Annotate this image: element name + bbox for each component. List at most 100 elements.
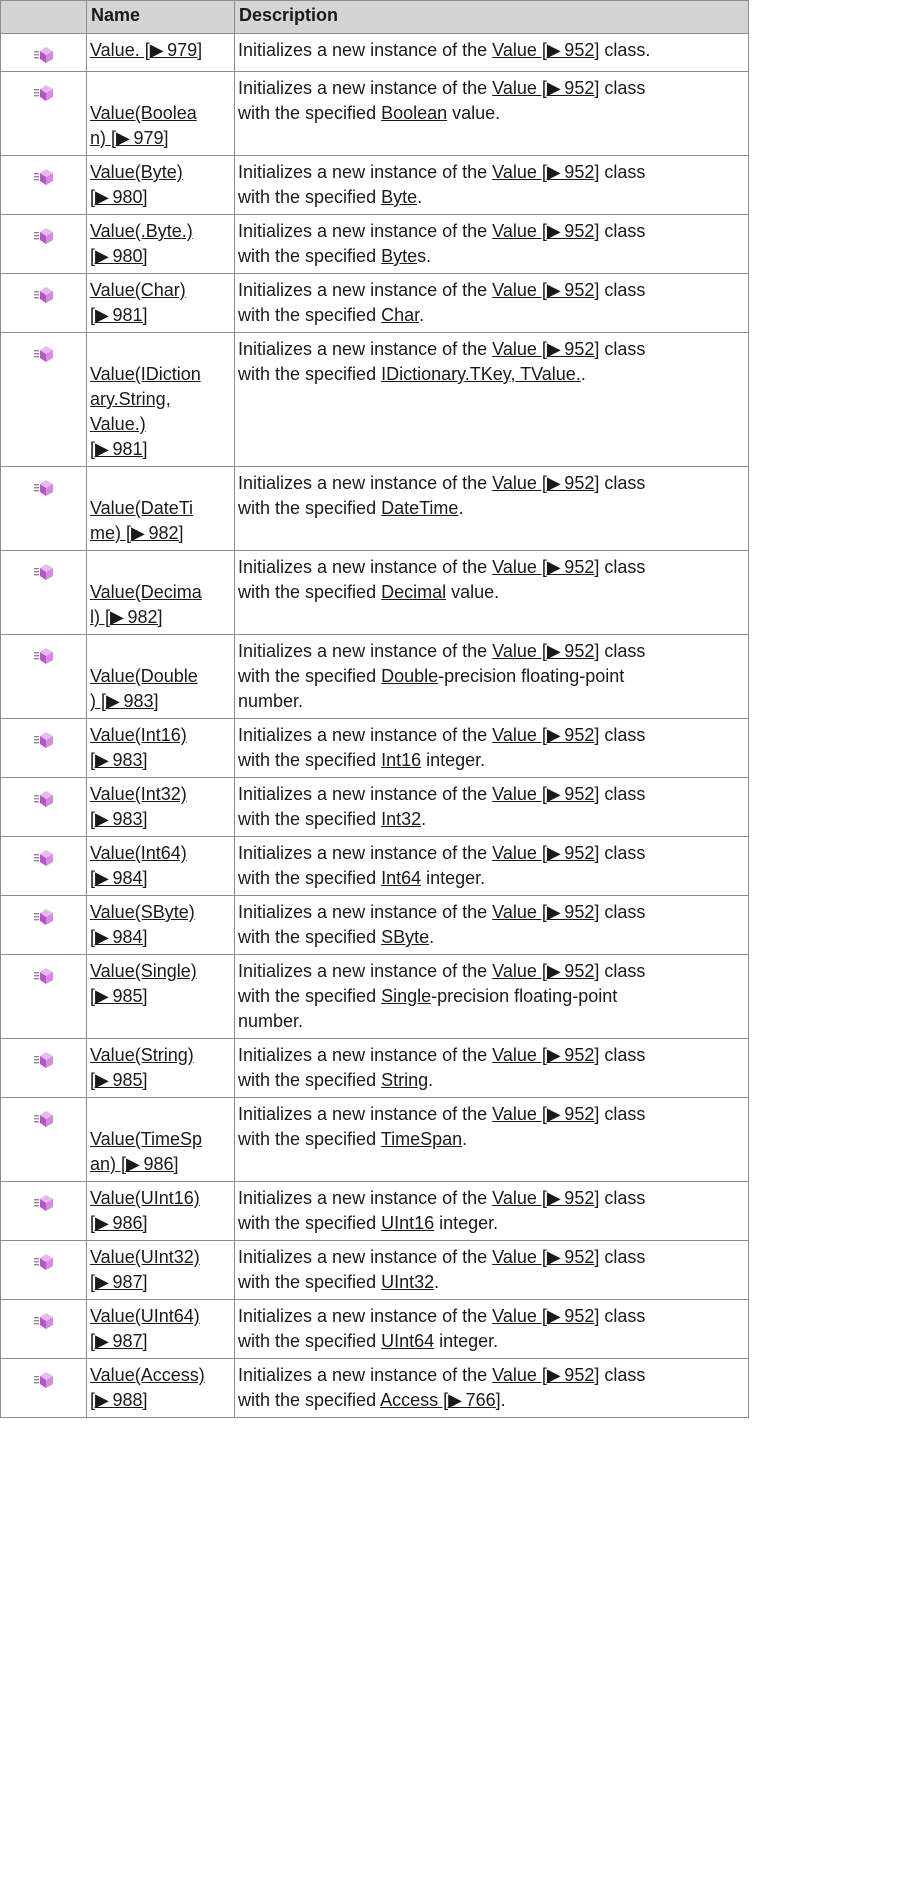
value-class-link[interactable]: Value [▶ 952] <box>492 1365 599 1385</box>
row-icon-cell <box>0 895 87 955</box>
constructor-link[interactable]: Value(IDiction ary.String, Value.) [▶ 981] <box>90 364 201 459</box>
value-class-link[interactable]: Value [▶ 952] <box>492 725 599 745</box>
description-text: number. <box>238 691 304 711</box>
constructor-link[interactable]: Value(UInt16) [▶ 986] <box>90 1188 200 1233</box>
type-link[interactable]: Boolean <box>381 103 447 123</box>
type-link[interactable]: Byte <box>381 246 417 266</box>
type-link[interactable]: Int16 <box>381 750 421 770</box>
value-class-link[interactable]: Value [▶ 952] <box>492 961 599 981</box>
description-text: Initializes a new instance of the <box>238 221 493 241</box>
value-class-link[interactable]: Value [▶ 952] <box>492 1045 599 1065</box>
constructor-link-text: [▶ 983] <box>90 750 148 770</box>
method-icon <box>33 849 54 874</box>
description-text: Initializes a new instance of the <box>238 162 493 182</box>
constructor-link[interactable]: Value(String) [▶ 985] <box>90 1045 194 1090</box>
table-row: Value(UInt16) [▶ 986] Initializes a new in… <box>0 1181 749 1241</box>
row-description-cell: Initializes a new instance of the Value … <box>234 836 749 896</box>
table-row: Value(Int64) [▶ 984] Initializes a new ins… <box>0 836 749 896</box>
value-class-link[interactable]: Value [▶ 952] <box>492 78 599 98</box>
row-name-cell: Value(Int64) [▶ 984] <box>86 836 235 896</box>
constructor-link-text: ) [▶ 983] <box>90 691 159 711</box>
name-column-header: Name <box>86 0 235 34</box>
value-class-link[interactable]: Value [▶ 952] <box>492 902 599 922</box>
row-description-cell: Initializes a new instance of the Value … <box>234 71 749 156</box>
description-text: Initializes a new instance of the <box>238 1247 493 1267</box>
method-icon <box>33 1051 54 1076</box>
type-link[interactable]: IDictionary.TKey, TValue. <box>381 364 581 384</box>
value-class-link[interactable]: Value [▶ 952] <box>492 557 599 577</box>
value-class-link[interactable]: Value [▶ 952] <box>492 280 599 300</box>
constructor-link[interactable]: Value(TimeSp an) [▶ 986] <box>90 1129 202 1174</box>
description-text: with the specified <box>238 666 382 686</box>
table-row: Value(TimeSp an) [▶ 986] Initializes a new… <box>0 1097 749 1182</box>
value-class-link[interactable]: Value [▶ 952] <box>492 784 599 804</box>
type-link[interactable]: Int64 <box>381 868 421 888</box>
constructor-link[interactable]: Value(Char) [▶ 981] <box>90 280 186 325</box>
constructor-link[interactable]: Value. [▶ 979] <box>90 40 202 60</box>
type-link[interactable]: TimeSpan <box>381 1129 462 1149</box>
constructor-link-text: Value(UInt32) <box>90 1247 200 1267</box>
row-name-cell: Value(UInt64) [▶ 987] <box>86 1299 235 1359</box>
method-icon <box>33 563 54 588</box>
row-description-cell: Initializes a new instance of the Value … <box>234 895 749 955</box>
constructor-link[interactable]: Value(Single) [▶ 985] <box>90 961 197 1006</box>
description-text: . <box>419 305 425 325</box>
value-class-link[interactable]: Value [▶ 952] <box>492 641 599 661</box>
value-class-link[interactable]: Value [▶ 952] <box>492 40 599 60</box>
constructor-link[interactable]: Value(Access) [▶ 988] <box>90 1365 205 1410</box>
constructor-link[interactable]: Value(SByte) [▶ 984] <box>90 902 195 947</box>
description-text: with the specified <box>238 809 382 829</box>
row-description-cell: Initializes a new instance of the Value … <box>234 550 749 635</box>
type-link[interactable]: Single <box>381 986 431 1006</box>
method-icon <box>33 1371 54 1396</box>
description-text: . <box>434 1272 440 1292</box>
description-text: . <box>421 809 427 829</box>
row-name-cell: Value. [▶ 979] <box>86 33 235 72</box>
value-class-link[interactable]: Value [▶ 952] <box>492 162 599 182</box>
description-text: Initializes a new instance of the <box>238 784 493 804</box>
constructor-link-text: [▶ 988] <box>90 1390 148 1410</box>
description-text: Initializes a new instance of the <box>238 902 493 922</box>
constructor-link[interactable]: Value(Int16) [▶ 983] <box>90 725 187 770</box>
type-link[interactable]: Decimal <box>381 582 446 602</box>
row-icon-cell <box>0 1358 87 1418</box>
constructor-link[interactable]: Value(DateTi me) [▶ 982] <box>90 498 193 543</box>
description-text: class <box>599 1306 646 1326</box>
constructor-link[interactable]: Value(Decima l) [▶ 982] <box>90 582 202 627</box>
row-icon-cell <box>0 332 87 467</box>
constructor-link[interactable]: Value(Int32) [▶ 983] <box>90 784 187 829</box>
value-class-link[interactable]: Value [▶ 952] <box>492 473 599 493</box>
table-row: Value(UInt32) [▶ 987] Initializes a new in… <box>0 1240 749 1300</box>
row-name-cell: Value(String) [▶ 985] <box>86 1038 235 1098</box>
constructor-link[interactable]: Value(.Byte.) [▶ 980] <box>90 221 193 266</box>
type-link[interactable]: String <box>381 1070 428 1090</box>
value-class-link[interactable]: Value [▶ 952] <box>492 221 599 241</box>
type-link[interactable]: UInt64 <box>381 1331 434 1351</box>
constructor-link[interactable]: Value(Int64) [▶ 984] <box>90 843 187 888</box>
value-class-link[interactable]: Value [▶ 952] <box>492 1247 599 1267</box>
type-link[interactable]: SByte <box>381 927 429 947</box>
type-link[interactable]: DateTime <box>381 498 458 518</box>
row-icon-cell <box>0 954 87 1039</box>
constructor-link[interactable]: Value(Byte) [▶ 980] <box>90 162 183 207</box>
type-link[interactable]: UInt32 <box>381 1272 434 1292</box>
constructor-link[interactable]: Value(UInt32) [▶ 987] <box>90 1247 200 1292</box>
type-link[interactable]: UInt16 <box>381 1213 434 1233</box>
type-link[interactable]: Char <box>381 305 419 325</box>
type-link[interactable]: Int32 <box>381 809 421 829</box>
type-link[interactable]: Access [▶ 766] <box>380 1390 501 1410</box>
row-description-cell: Initializes a new instance of the Value … <box>234 1358 749 1418</box>
value-class-link[interactable]: Value [▶ 952] <box>492 339 599 359</box>
constructor-link-text: Value(Boolea <box>90 103 197 123</box>
constructor-link-text: Value(IDiction <box>90 364 201 384</box>
value-class-link[interactable]: Value [▶ 952] <box>492 1188 599 1208</box>
constructor-link[interactable]: Value(Boolea n) [▶ 979] <box>90 103 197 148</box>
value-class-link[interactable]: Value [▶ 952] <box>492 843 599 863</box>
value-class-link[interactable]: Value [▶ 952] <box>492 1104 599 1124</box>
value-class-link[interactable]: Value [▶ 952] <box>492 1306 599 1326</box>
type-link[interactable]: Byte <box>381 187 417 207</box>
constructor-link[interactable]: Value(Double) [▶ 983] <box>90 666 198 711</box>
type-link[interactable]: Double <box>381 666 438 686</box>
description-text: integer. <box>434 1331 499 1351</box>
constructor-link[interactable]: Value(UInt64) [▶ 987] <box>90 1306 200 1351</box>
